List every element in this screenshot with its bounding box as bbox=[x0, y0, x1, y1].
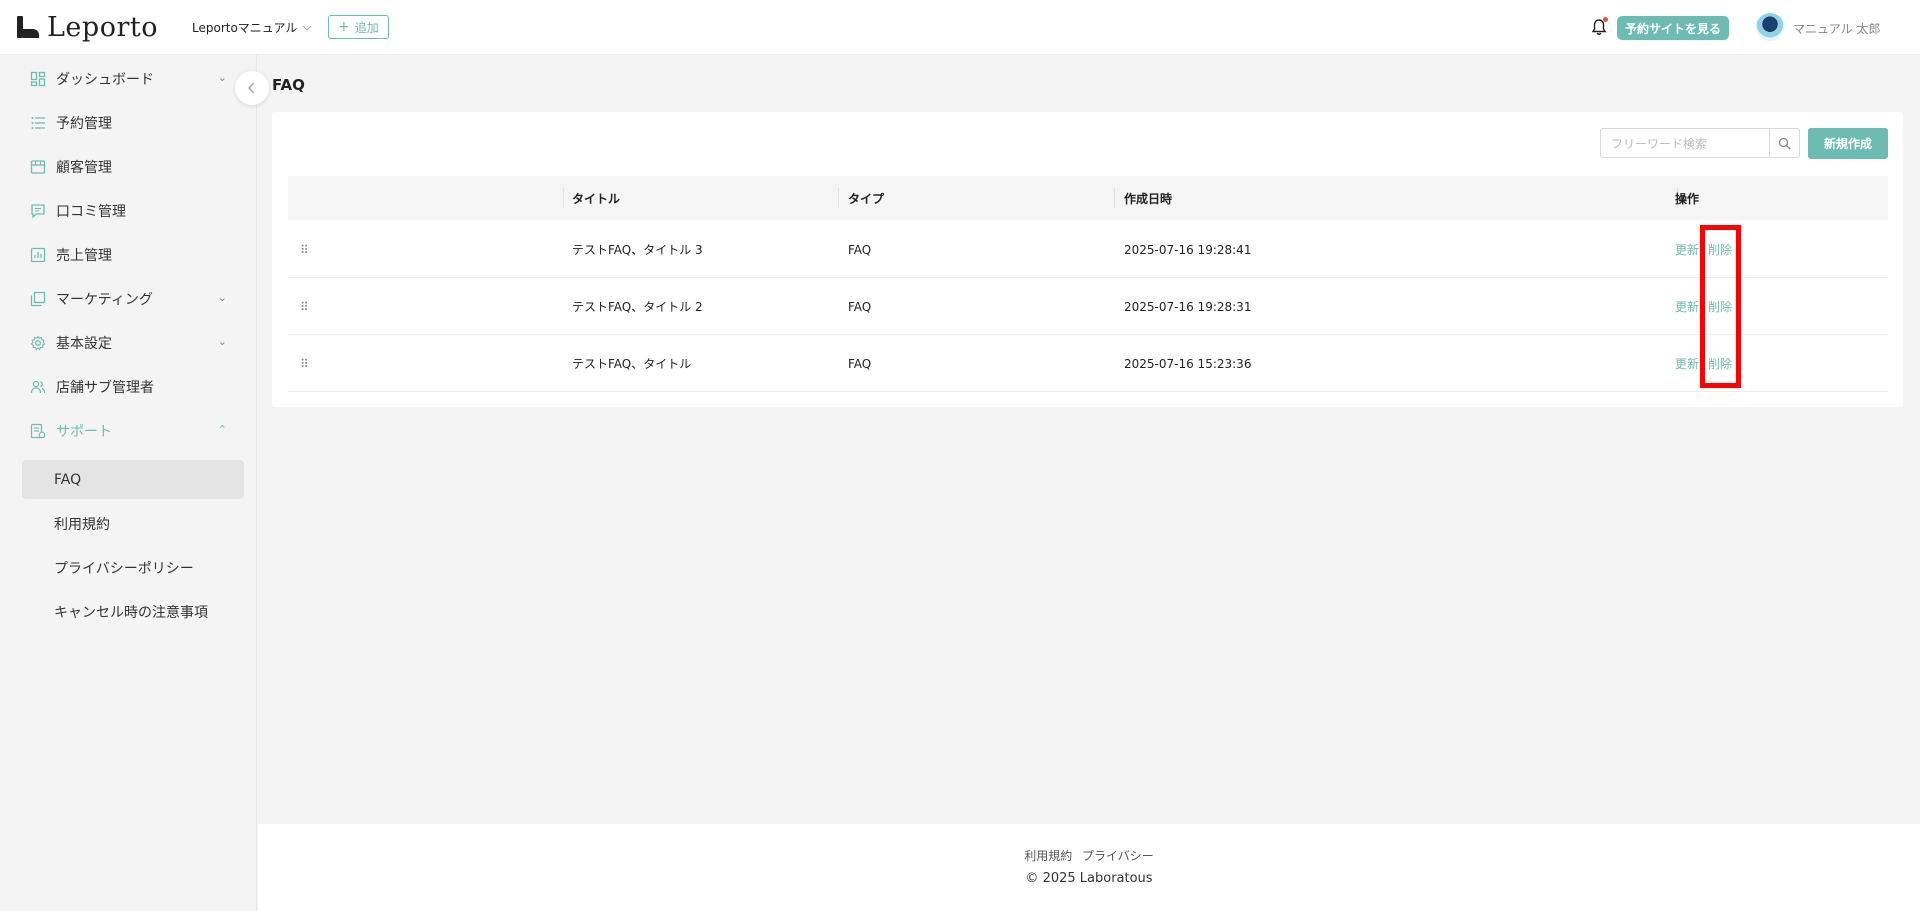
sidebar-item-label: 店舗サブ管理者 bbox=[56, 380, 154, 396]
footer-terms-link[interactable]: 利用規約 bbox=[1024, 849, 1072, 863]
sidebar-item-sub-admins[interactable]: 店舗サブ管理者 bbox=[0, 365, 257, 409]
row-title: テストFAQ、タイトル bbox=[572, 357, 692, 371]
sidebar-item-settings[interactable]: 基本設定 ⌄ bbox=[0, 321, 257, 365]
sidebar-subitem-faq[interactable]: FAQ bbox=[22, 460, 244, 499]
row-type: FAQ bbox=[848, 299, 872, 314]
sidebar-item-dashboard[interactable]: ダッシュボード ⌄ bbox=[0, 57, 257, 101]
copyright-icon: © bbox=[1025, 871, 1039, 886]
chevron-down-icon: ⌄ bbox=[217, 335, 227, 348]
sidebar-subitem-privacy-policy[interactable]: プライバシーポリシー bbox=[22, 548, 244, 587]
chevron-down-icon: ⌄ bbox=[217, 71, 227, 84]
row-created: 2025-07-16 19:28:31 bbox=[1124, 299, 1252, 314]
dashboard-icon bbox=[30, 71, 46, 87]
column-divider bbox=[1114, 188, 1115, 208]
view-booking-site-button[interactable]: 予約サイトを見る bbox=[1617, 16, 1730, 40]
column-divider bbox=[838, 188, 839, 208]
sidebar-item-reviews[interactable]: 口コミ管理 bbox=[0, 189, 257, 233]
row-type: FAQ bbox=[848, 242, 872, 257]
sidebar-item-label: サポート bbox=[56, 424, 112, 440]
footer-copyright: © 2025 Laboratous bbox=[258, 871, 1920, 886]
leporto-logo[interactable]: Leporto bbox=[15, 12, 158, 43]
update-link[interactable]: 更新 bbox=[1675, 335, 1699, 392]
comment-icon bbox=[31, 204, 45, 219]
sidebar-subitem-cancellation-notes[interactable]: キャンセル時の注意事項 bbox=[22, 592, 244, 631]
update-link[interactable]: 更新 bbox=[1675, 278, 1699, 335]
search-icon bbox=[1778, 137, 1791, 149]
sidebar: ダッシュボード ⌄ 予約管理 顧客管理 口コミ管理 売上管理 マーケティング ⌄… bbox=[0, 55, 257, 911]
store-name: Leportoマニュアル bbox=[192, 21, 298, 35]
chevron-up-icon: ⌃ bbox=[217, 423, 227, 436]
sidebar-item-sales[interactable]: 売上管理 bbox=[0, 233, 257, 277]
sidebar-item-label: 顧客管理 bbox=[56, 160, 112, 176]
row-title: テストFAQ、タイトル 3 bbox=[572, 243, 703, 257]
sidebar-item-label: 口コミ管理 bbox=[56, 204, 126, 220]
chevron-down-icon bbox=[303, 25, 312, 31]
column-header-created: 作成日時 bbox=[1124, 192, 1173, 206]
footer-privacy-link[interactable]: プライバシー bbox=[1082, 849, 1154, 863]
search-input[interactable]: フリーワード検索 bbox=[1600, 128, 1770, 158]
row-type: FAQ bbox=[848, 356, 872, 371]
sidebar-item-customers[interactable]: 顧客管理 bbox=[0, 145, 257, 189]
user-name[interactable]: マニュアル 太郎 bbox=[1793, 20, 1880, 37]
list-icon bbox=[31, 117, 45, 129]
chart-icon bbox=[30, 247, 46, 263]
drag-handle-icon[interactable]: ⠿ bbox=[300, 278, 309, 335]
table-row: ⠿ テストFAQ、タイトル 3 FAQ 2025-07-16 19:28:41 … bbox=[288, 221, 1888, 278]
sidebar-item-label: マーケティング bbox=[56, 292, 153, 308]
column-header-title: タイトル bbox=[572, 192, 621, 206]
notification-bell-icon[interactable] bbox=[1589, 17, 1609, 37]
notification-dot bbox=[1603, 17, 1608, 22]
table-header: タイトル タイプ 作成日時 操作 bbox=[288, 176, 1888, 221]
top-header: Leporto Leportoマニュアル + 追加 予約サイトを見る マニュアル… bbox=[0, 0, 1920, 55]
column-divider bbox=[563, 188, 564, 208]
footer: 利用規約 プライバシー © 2025 Laboratous bbox=[258, 824, 1920, 911]
sidebar-collapse-button[interactable] bbox=[235, 71, 269, 105]
create-new-button[interactable]: 新規作成 bbox=[1808, 128, 1888, 159]
logo-text: Leporto bbox=[47, 12, 158, 43]
add-store-button[interactable]: + 追加 bbox=[328, 15, 389, 39]
plus-icon: + bbox=[338, 19, 350, 35]
sidebar-item-marketing[interactable]: マーケティング ⌄ bbox=[0, 277, 257, 321]
users-icon bbox=[30, 380, 46, 394]
sidebar-item-reservations[interactable]: 予約管理 bbox=[0, 101, 257, 145]
table-row: ⠿ テストFAQ、タイトル 2 FAQ 2025-07-16 19:28:31 … bbox=[288, 278, 1888, 335]
add-label: 追加 bbox=[354, 20, 379, 35]
avatar[interactable] bbox=[1756, 13, 1784, 41]
drag-handle-icon[interactable]: ⠿ bbox=[300, 335, 309, 392]
store-icon bbox=[30, 160, 46, 174]
sidebar-item-label: 基本設定 bbox=[56, 336, 112, 352]
row-created: 2025-07-16 15:23:36 bbox=[1124, 356, 1252, 371]
sidebar-item-label: 売上管理 bbox=[56, 248, 112, 264]
footer-links: 利用規約 プライバシー bbox=[258, 847, 1920, 864]
faq-card: フリーワード検索 新規作成 タイトル タイプ 作成日時 操作 ⠿ テストFAQ、… bbox=[272, 112, 1903, 407]
column-header-type: タイプ bbox=[848, 192, 885, 206]
sidebar-item-support[interactable]: サポート ⌃ bbox=[0, 409, 257, 453]
sidebar-item-label: 予約管理 bbox=[56, 116, 112, 132]
logo-mark-icon bbox=[17, 15, 39, 38]
search-button[interactable] bbox=[1769, 128, 1800, 158]
gear-icon bbox=[30, 335, 46, 351]
table-row: ⠿ テストFAQ、タイトル FAQ 2025-07-16 15:23:36 更新… bbox=[288, 335, 1888, 392]
copyright-text: 2025 Laboratous bbox=[1042, 871, 1153, 886]
row-created: 2025-07-16 19:28:41 bbox=[1124, 242, 1252, 257]
sidebar-item-label: ダッシュボード bbox=[56, 72, 154, 88]
column-header-actions: 操作 bbox=[1675, 192, 1700, 206]
page-title: FAQ bbox=[272, 76, 305, 94]
highlight-annotation-box bbox=[1700, 225, 1741, 388]
copy-icon bbox=[30, 291, 46, 307]
update-link[interactable]: 更新 bbox=[1675, 221, 1699, 278]
chevron-left-icon bbox=[247, 82, 255, 94]
chevron-down-icon: ⌄ bbox=[217, 291, 227, 304]
support-icon bbox=[30, 423, 46, 439]
row-title: テストFAQ、タイトル 2 bbox=[572, 300, 703, 314]
sidebar-subitem-terms[interactable]: 利用規約 bbox=[22, 504, 244, 543]
drag-handle-icon[interactable]: ⠿ bbox=[300, 221, 309, 278]
faq-table: タイトル タイプ 作成日時 操作 ⠿ テストFAQ、タイトル 3 FAQ 202… bbox=[288, 176, 1888, 392]
store-selector[interactable]: Leportoマニュアル bbox=[192, 19, 312, 36]
